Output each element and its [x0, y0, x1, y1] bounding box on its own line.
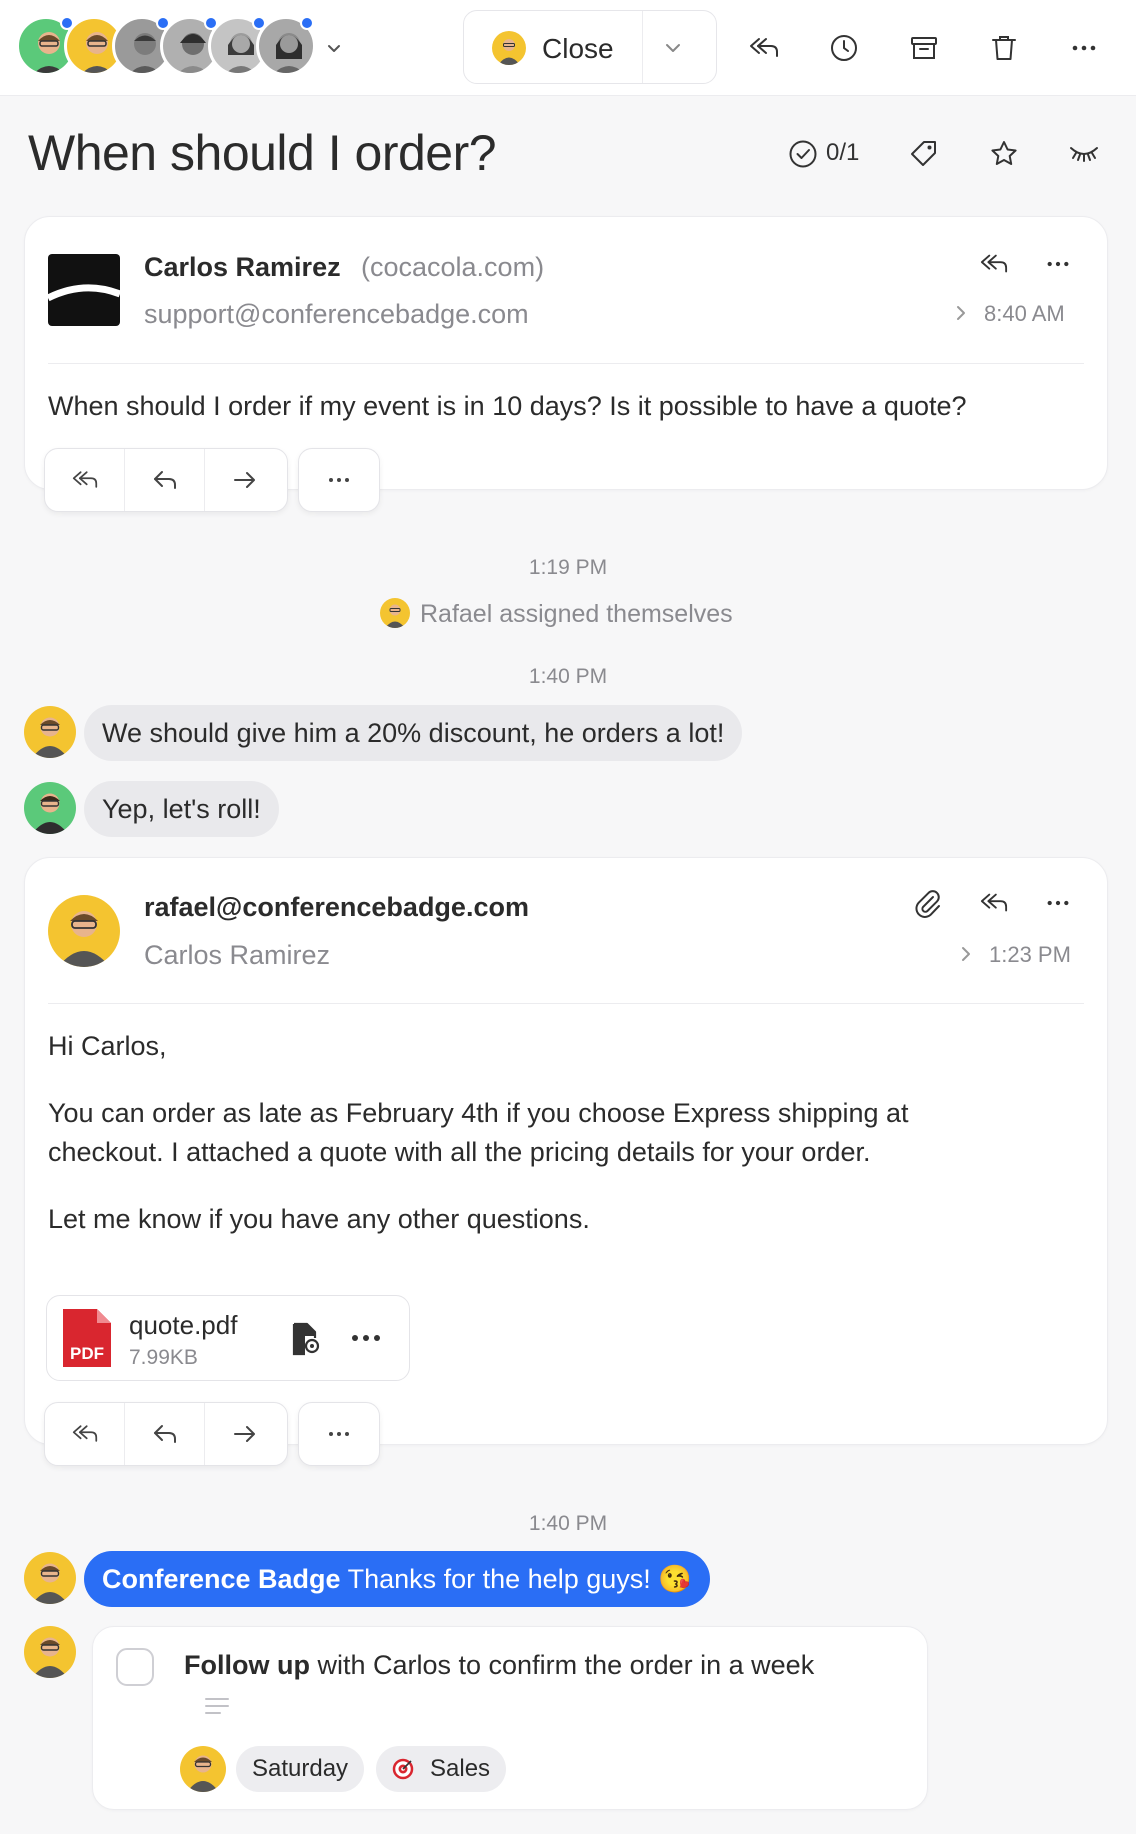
more-icon[interactable] [351, 1334, 381, 1342]
task-count[interactable]: 0/1 [826, 139, 859, 167]
reply-actions [44, 448, 288, 512]
archive-icon[interactable] [904, 28, 944, 68]
close-button[interactable]: Close [463, 10, 717, 84]
preview-file-icon[interactable] [291, 1322, 321, 1356]
assignment-event: Rafael assigned themselves [420, 600, 733, 628]
tag-icon[interactable] [908, 138, 940, 170]
timestamp: 1:19 PM [528, 556, 608, 579]
chevron-down-icon[interactable] [662, 37, 684, 59]
more-actions[interactable] [298, 448, 380, 512]
task-checkbox[interactable] [116, 1648, 154, 1686]
email-paragraph-line: checkout. I attached a quote with all th… [48, 1137, 871, 1167]
email-body: When should I order if my event is in 10… [48, 391, 967, 421]
divider [48, 1003, 1084, 1004]
reply-all-icon[interactable] [978, 250, 1010, 278]
task-title-text: with Carlos to confirm the order in a we… [309, 1650, 815, 1680]
email-greeting: Hi Carlos, [48, 1031, 167, 1061]
attachment-card[interactable]: PDF quote.pdf 7.99KB [46, 1295, 410, 1381]
divider [642, 11, 643, 83]
recipient-name: Carlos Ramirez [144, 940, 331, 970]
chat-message-with-mention: Conference Badge Thanks for the help guy… [84, 1551, 710, 1607]
more-actions[interactable] [298, 1402, 380, 1466]
task-assignee-avatar[interactable] [180, 1746, 226, 1792]
more-icon[interactable] [299, 1403, 379, 1465]
chat-message-text: Thanks for the help guys! 😘 [340, 1564, 692, 1594]
description-icon[interactable] [204, 1696, 230, 1716]
chevron-right-icon[interactable] [959, 945, 973, 963]
task-title: Follow up with Carlos to confirm the ord… [184, 1650, 814, 1681]
reply-all-button[interactable] [45, 449, 125, 511]
star-icon[interactable] [988, 138, 1020, 170]
divider [48, 363, 1084, 364]
sender-name[interactable]: Carlos Ramirez [144, 252, 341, 283]
paperclip-icon[interactable] [912, 888, 944, 920]
reply-button[interactable] [125, 1403, 205, 1465]
recipient-address: support@conferencebadge.com [144, 299, 529, 329]
presence-dot [300, 16, 314, 30]
event-avatar [380, 598, 410, 628]
reply-all-icon[interactable] [978, 889, 1010, 917]
avatar[interactable] [24, 782, 76, 834]
top-toolbar: Close [0, 0, 1136, 96]
sender-avatar [48, 895, 120, 967]
reply-all-button[interactable] [45, 1403, 125, 1465]
timestamp: 1:40 PM [528, 1512, 608, 1535]
svg-text:PDF: PDF [70, 1344, 104, 1363]
avatar[interactable] [24, 1552, 76, 1604]
tag-label: Sales [430, 1755, 491, 1782]
more-icon[interactable] [299, 449, 379, 511]
email-time: 1:23 PM [989, 942, 1071, 967]
attachment-size: 7.99KB [129, 1346, 198, 1369]
close-button-label: Close [542, 33, 614, 64]
sender-logo [48, 254, 120, 326]
chat-message: We should give him a 20% discount, he or… [84, 705, 743, 761]
chevron-right-icon[interactable] [954, 304, 968, 322]
chat-message: Yep, let's roll! [84, 781, 279, 837]
timestamp: 1:40 PM [528, 665, 608, 688]
avatar[interactable] [24, 706, 76, 758]
reply-actions [44, 1402, 288, 1466]
chevron-down-icon[interactable] [314, 28, 354, 68]
sender-address[interactable]: rafael@conferencebadge.com [144, 892, 529, 923]
page-title: When should I order? [28, 125, 497, 181]
reply-button[interactable] [125, 449, 205, 511]
trash-icon[interactable] [984, 28, 1024, 68]
due-date-chip[interactable]: Saturday [236, 1746, 365, 1792]
avatar[interactable] [24, 1626, 76, 1678]
more-icon[interactable] [1046, 899, 1070, 907]
target-icon [392, 1758, 414, 1780]
email-paragraph-line: You can order as late as February 4th if… [48, 1098, 909, 1128]
more-icon[interactable] [1064, 28, 1104, 68]
forward-button[interactable] [205, 1403, 285, 1465]
sender-domain: (cocacola.com) [361, 252, 545, 282]
email-time: 8:40 AM [984, 301, 1065, 326]
more-icon[interactable] [1046, 260, 1070, 268]
task-check-icon[interactable] [788, 139, 818, 169]
clock-icon[interactable] [824, 28, 864, 68]
email-paragraph: Let me know if you have any other questi… [48, 1204, 590, 1234]
forward-button[interactable] [205, 449, 285, 511]
task-title-bold: Follow up [184, 1650, 310, 1680]
mark-unread-icon[interactable] [1068, 142, 1100, 166]
tag-chip[interactable]: Sales [376, 1746, 507, 1792]
assignee-avatar [492, 31, 526, 65]
pdf-file-icon: PDF [61, 1307, 113, 1369]
attachment-name: quote.pdf [129, 1310, 238, 1340]
reply-all-icon[interactable] [744, 28, 784, 68]
mention[interactable]: Conference Badge [102, 1564, 341, 1594]
